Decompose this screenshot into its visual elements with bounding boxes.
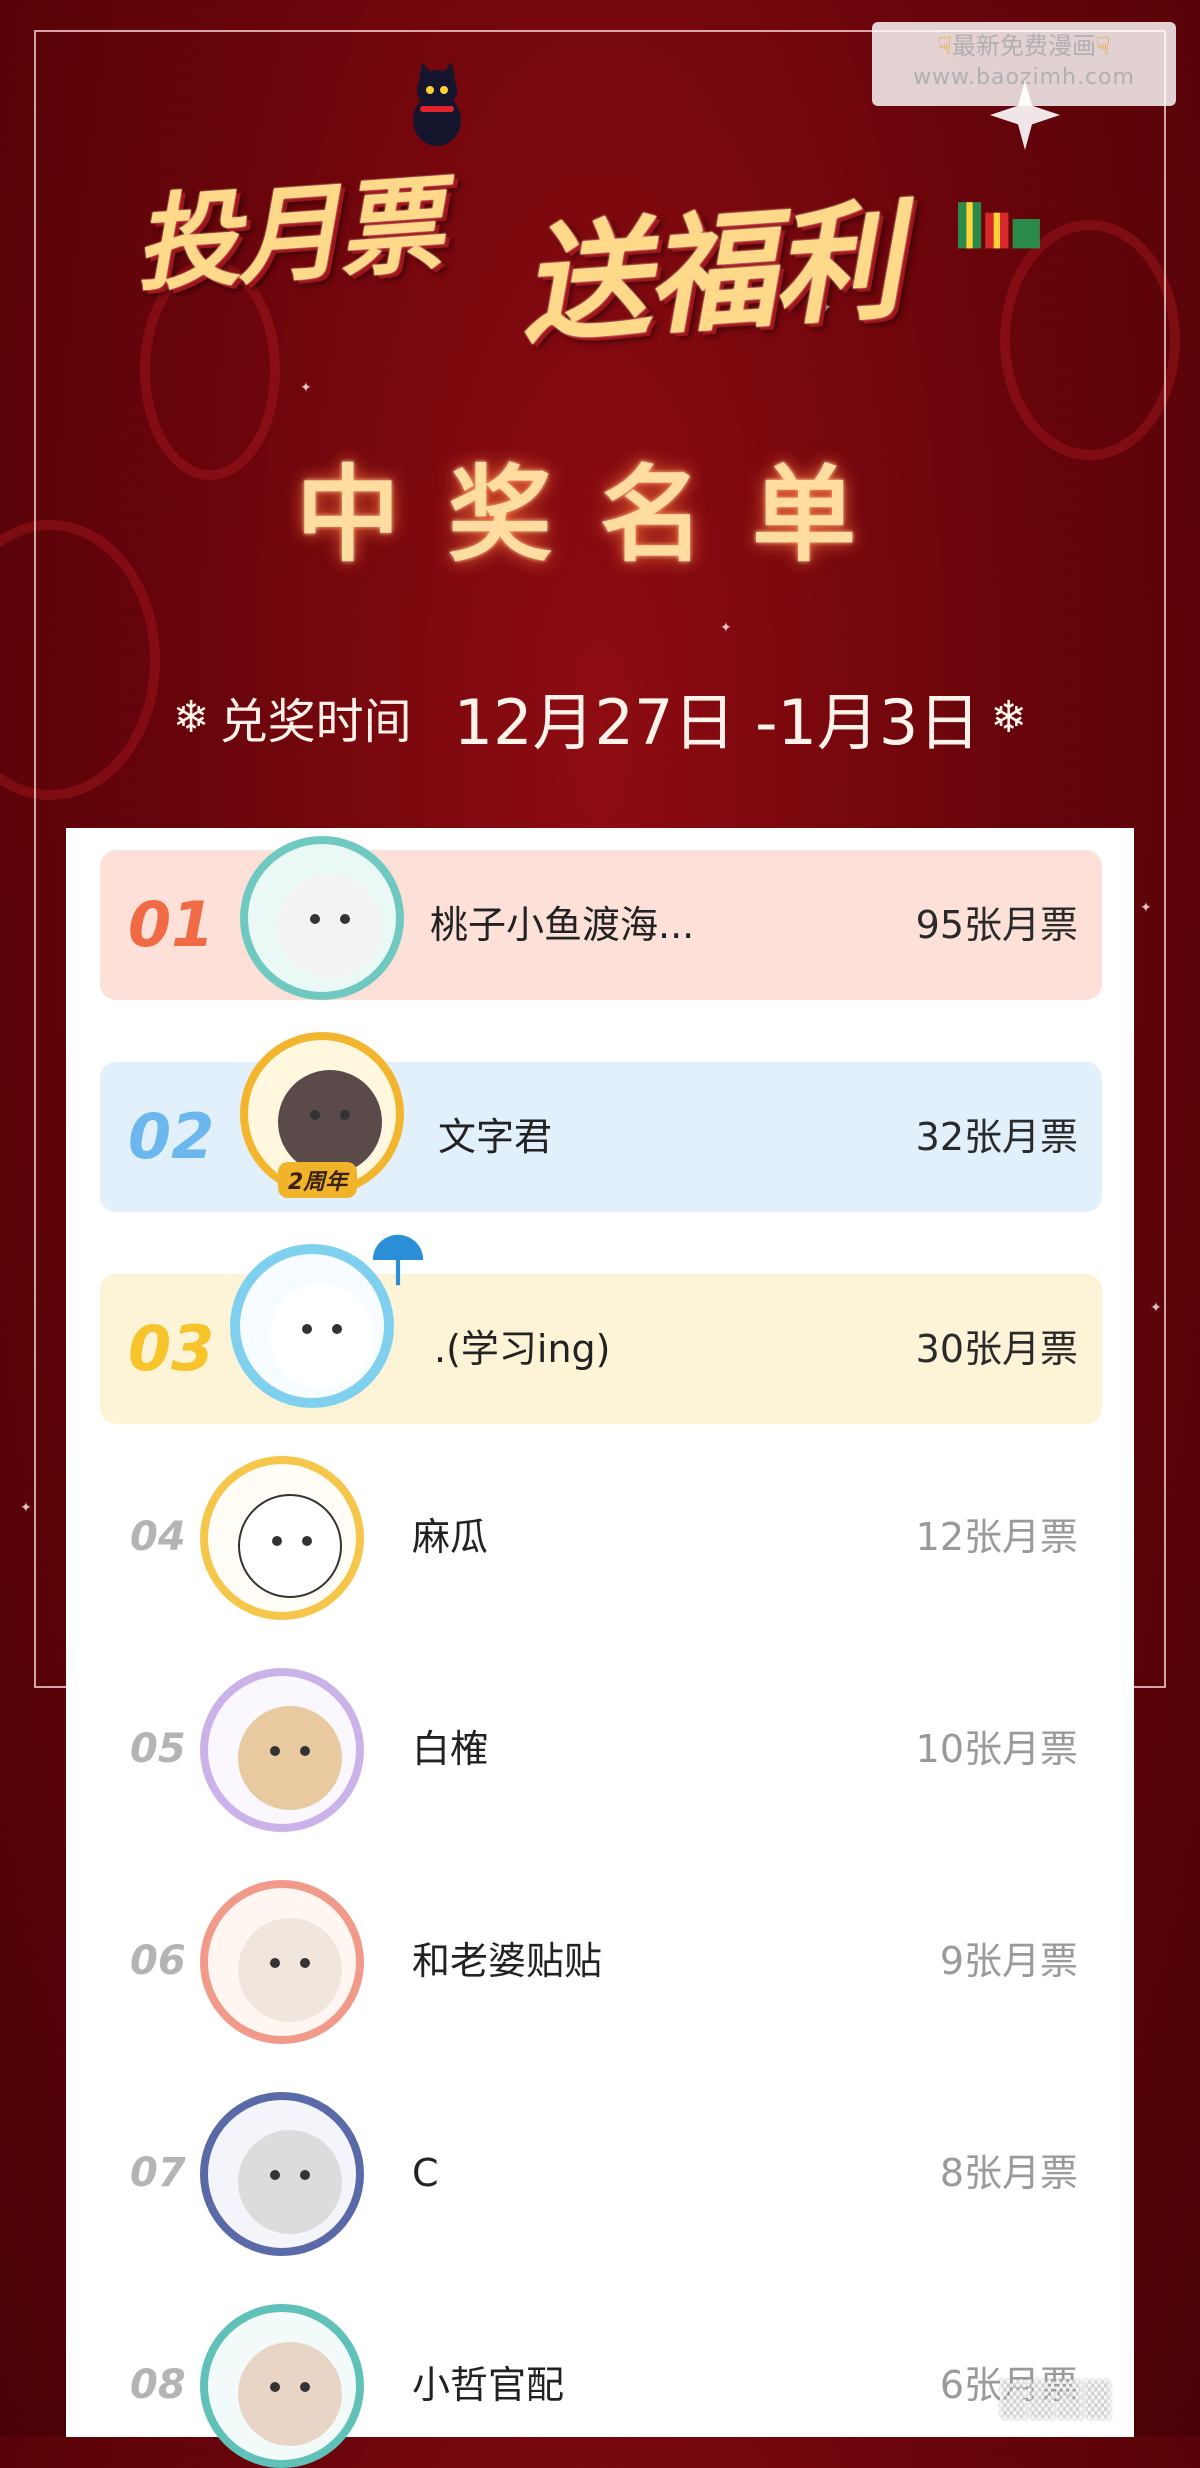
avatar: [240, 836, 404, 1000]
pointing-hand-icon: ☟: [937, 32, 952, 60]
watermark-line1: 最新免费漫画: [952, 32, 1096, 60]
avatar: [200, 1456, 364, 1620]
winner-name: C: [412, 2151, 439, 2195]
winners-list: 01 桃子小鱼渡海... 95张月票 02 2周年 文字君 32张月票 03 .…: [66, 828, 1134, 2468]
umbrella-icon: [372, 1234, 424, 1286]
vote-count: 12张月票: [915, 1515, 1078, 1559]
rank-number: 01: [128, 888, 215, 961]
star-burst-icon: [990, 80, 1060, 150]
avatar: [200, 2304, 364, 2468]
winner-row-4: 04 麻瓜 12张月票: [100, 1456, 1102, 1620]
banner-title-right: 送福利: [516, 186, 904, 362]
vote-count: 30张月票: [915, 1327, 1078, 1371]
rank-number: 04: [130, 1514, 186, 1560]
winner-name: 桃子小鱼渡海...: [430, 903, 695, 947]
anniversary-badge: 2周年: [278, 1162, 358, 1198]
rank-number: 03: [128, 1312, 215, 1385]
winner-row-3: 03 .(学习ing) 30张月票: [100, 1234, 1102, 1424]
cat-mascot-icon: [413, 62, 461, 146]
winners-heading: 中奖名单: [295, 453, 904, 576]
claim-time-line: ❄ 兑奖时间 12月27日 -1月3日 ❄: [0, 672, 1200, 762]
rank-number: 05: [130, 1726, 186, 1772]
winner-row-5: 05 白榷 10张月票: [100, 1668, 1102, 1832]
snowflake-icon: ❄: [990, 691, 1028, 743]
vote-count: 8张月票: [939, 2151, 1078, 2195]
snowflake-icon: ❄: [172, 691, 210, 743]
winner-name: 和老婆贴贴: [412, 1939, 603, 1983]
vote-count: 95张月票: [915, 903, 1078, 947]
avatar: [200, 1668, 364, 1832]
winner-row-1: 01 桃子小鱼渡海... 95张月票: [100, 836, 1102, 1000]
avatar: [200, 1880, 364, 2044]
avatar: 2周年: [240, 1032, 404, 1198]
winner-row-6: 06 和老婆贴贴 9张月票: [100, 1880, 1102, 2044]
vote-count: 10张月票: [915, 1727, 1078, 1771]
winner-row-2: 02 2周年 文字君 32张月票: [100, 1032, 1102, 1212]
vote-count: 9张月票: [939, 1939, 1078, 1983]
winner-name: 小哲官配: [412, 2363, 565, 2407]
rank-number: 02: [128, 1100, 215, 1173]
winner-row-8: 08 小哲官配 6张月票: [100, 2304, 1102, 2468]
banner-title-left: 投月票: [130, 163, 445, 307]
rank-number: 07: [130, 2150, 186, 2196]
rank-number: 06: [130, 1938, 186, 1984]
claim-time-range: 12月27日 -1月3日: [453, 686, 981, 759]
claim-time-label: 兑奖时间: [219, 694, 412, 750]
vote-count: 32张月票: [915, 1115, 1078, 1159]
winner-row-7: 07 C 8张月票: [100, 2092, 1102, 2256]
avatar: [200, 2092, 364, 2256]
pointing-hand-icon: ☟: [1096, 32, 1111, 60]
corner-logo: ▒▒▒▒: [1000, 2380, 1113, 2420]
sparkle-icon: ✦: [20, 1500, 32, 1516]
winner-name: .(学习ing): [434, 1327, 611, 1371]
winner-name: 文字君: [438, 1115, 553, 1159]
winner-name: 白榷: [412, 1727, 489, 1771]
rank-number: 08: [130, 2362, 186, 2408]
winner-name: 麻瓜: [412, 1515, 489, 1559]
gift-box-icon: [958, 202, 1040, 249]
